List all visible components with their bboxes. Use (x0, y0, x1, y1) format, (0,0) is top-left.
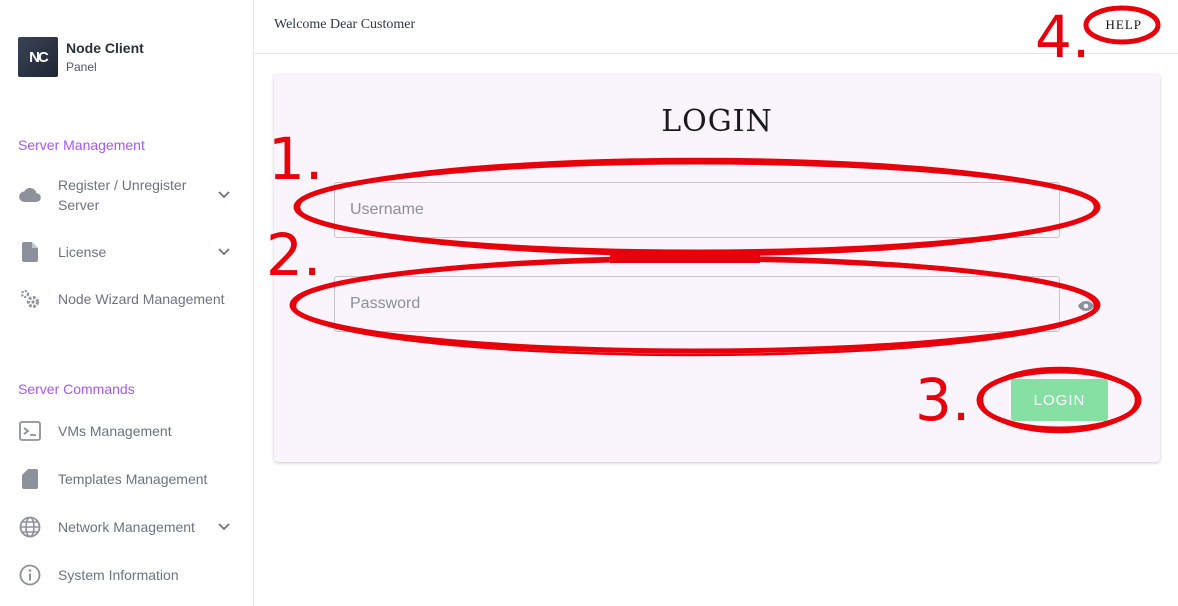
document-icon (18, 240, 42, 264)
section-title-server-management: Server Management (18, 137, 145, 153)
sidebar-item-label: VMs Management (58, 423, 172, 439)
sidebar-item-label: System Information (58, 567, 179, 583)
brand[interactable]: NC Node Client Panel (18, 37, 144, 77)
welcome-message: Welcome Dear Customer (274, 17, 416, 32)
sidebar-item-templates-management[interactable]: Templates Management (18, 467, 236, 491)
chevron-down-icon (216, 187, 232, 203)
password-field[interactable] (334, 276, 1060, 332)
top-bar: Welcome Dear Customer HELP (254, 0, 1178, 54)
login-button[interactable]: LOGIN (1011, 379, 1108, 421)
sd-card-icon (18, 467, 42, 491)
sidebar: NC Node Client Panel Server Management R… (0, 0, 254, 606)
help-link[interactable]: HELP (1106, 17, 1143, 33)
section-title-server-commands: Server Commands (18, 381, 135, 397)
login-title: LOGIN (661, 104, 773, 139)
sidebar-item-label: License (58, 244, 107, 260)
username-input[interactable] (335, 183, 1059, 237)
sidebar-item-license[interactable]: License (18, 240, 236, 264)
sidebar-item-label: Templates Management (58, 471, 208, 487)
sidebar-item-network-management[interactable]: Network Management (18, 515, 236, 539)
brand-subtitle: Panel (66, 59, 97, 74)
sidebar-item-label: Network Management (58, 519, 195, 535)
info-icon (18, 563, 42, 587)
toggle-password-visibility-icon[interactable] (1076, 296, 1096, 316)
chevron-down-icon (216, 519, 232, 535)
gears-icon (18, 287, 42, 311)
sidebar-item-vms-management[interactable]: VMs Management (18, 419, 236, 443)
terminal-icon (18, 419, 42, 443)
globe-icon (18, 515, 42, 539)
sidebar-item-system-information[interactable]: System Information (18, 563, 236, 587)
password-input[interactable] (335, 277, 1059, 331)
brand-logo: NC (18, 37, 58, 77)
brand-text: Node Client Panel (66, 40, 144, 75)
login-card: LOGIN LOGIN (274, 74, 1160, 462)
cloud-icon (18, 183, 42, 207)
sidebar-item-label: Node Wizard Management (58, 291, 225, 307)
sidebar-item-node-wizard-management[interactable]: Node Wizard Management (18, 287, 236, 311)
username-field[interactable] (334, 182, 1060, 238)
chevron-down-icon (216, 244, 232, 260)
sidebar-item-register-unregister-server[interactable]: Register / Unregister Server (18, 175, 236, 215)
sidebar-item-label: Register / Unregister Server (58, 177, 187, 213)
brand-title: Node Client (66, 39, 144, 56)
